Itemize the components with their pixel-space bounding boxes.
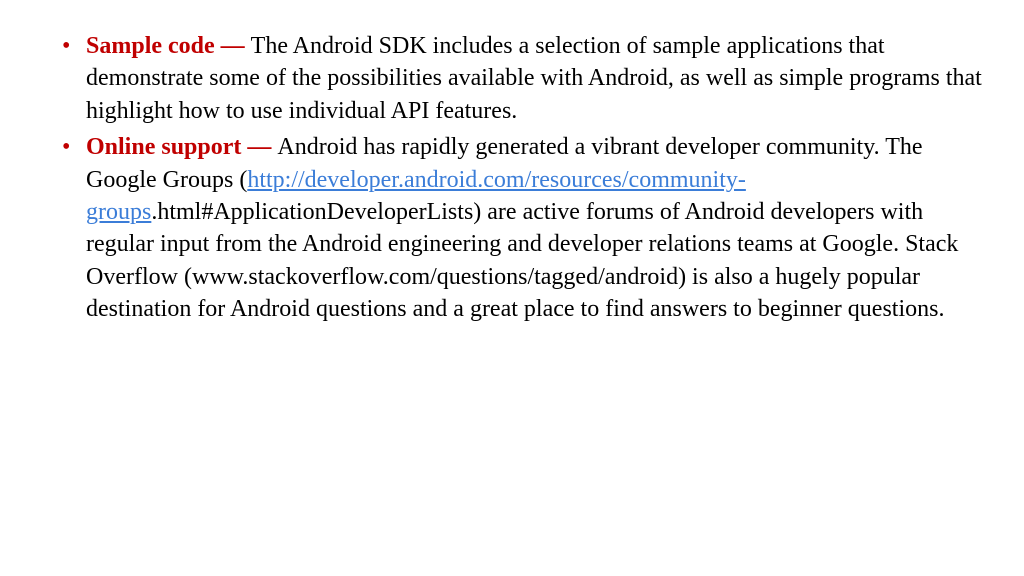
item-term: Online support —: [86, 134, 277, 160]
bullet-list: Sample code — The Android SDK includes a…: [40, 30, 984, 326]
list-item: Sample code — The Android SDK includes a…: [62, 30, 984, 127]
item-term: Sample code —: [86, 33, 251, 59]
list-item: Online support — Android has rapidly gen…: [62, 131, 984, 325]
item-body-after: .html#ApplicationDeveloperLists) are act…: [86, 199, 958, 322]
